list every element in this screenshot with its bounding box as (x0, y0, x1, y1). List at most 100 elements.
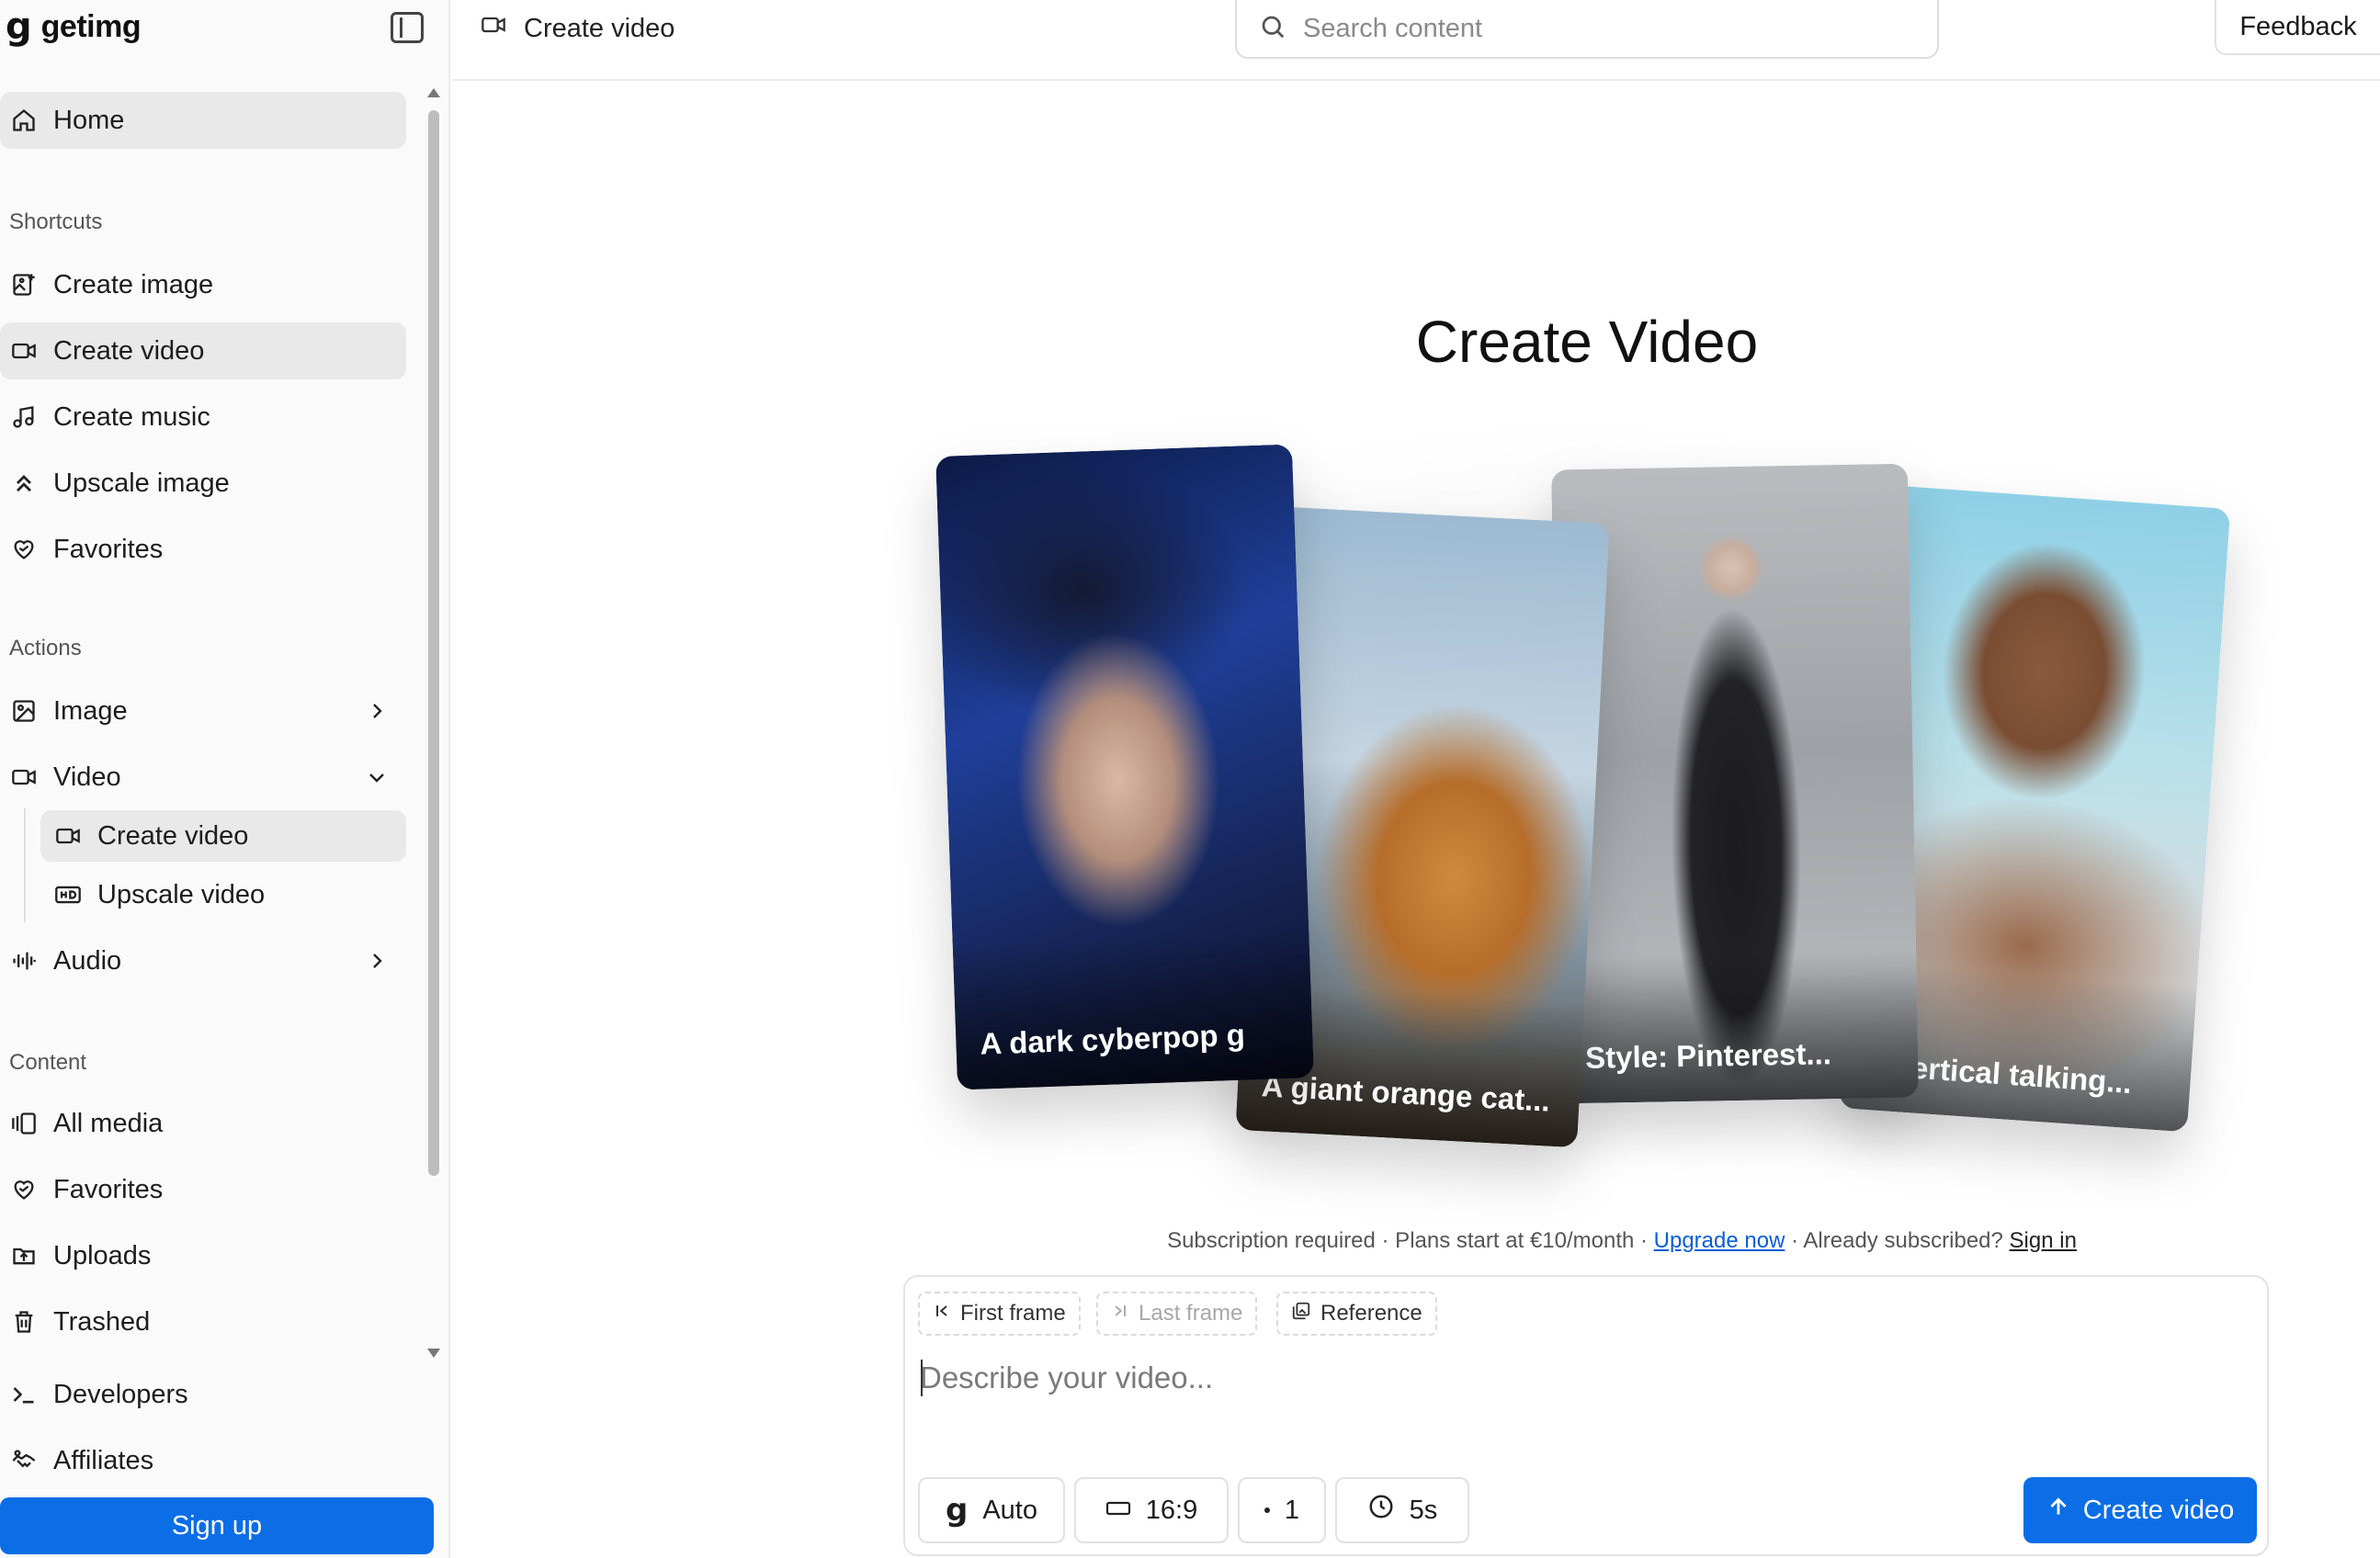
skip-back-icon (933, 1301, 951, 1327)
chip-label: First frame (960, 1301, 1066, 1326)
sidebar-subitem-create-video[interactable]: Create video (40, 810, 406, 862)
sidebar-item-audio[interactable]: Audio (0, 932, 406, 989)
prompt-composer: First frame Last frame Reference g Auto … (903, 1275, 2269, 1556)
sidebar-item-label: Video (53, 762, 121, 792)
subscription-text: Subscription required · Plans start at €… (1167, 1228, 1654, 1253)
heart-icon (9, 1175, 39, 1204)
sign-in-link[interactable]: Sign in (2010, 1228, 2077, 1253)
scroll-up-arrow-icon[interactable] (427, 88, 440, 97)
sidebar-item-label: Favorites (53, 1174, 164, 1204)
duration-selector[interactable]: 5s (1335, 1477, 1469, 1543)
sidebar-item-uploads[interactable]: Uploads (0, 1227, 406, 1284)
sidebar-item-affiliates[interactable]: Affiliates (0, 1432, 406, 1489)
media-library-icon (9, 1109, 39, 1138)
scrollbar-thumb[interactable] (428, 110, 439, 1176)
sidebar-item-favorites[interactable]: Favorites (0, 521, 406, 578)
image-plus-icon (9, 270, 39, 299)
sidebar-item-label: Affiliates (53, 1445, 154, 1475)
create-video-label: Create video (2082, 1495, 2235, 1525)
page-title: Create Video (1415, 309, 1759, 375)
sidebar-scrollbar[interactable] (425, 85, 443, 1358)
aspect-ratio-value: 16:9 (1145, 1495, 1198, 1525)
video-camera-icon (480, 12, 507, 45)
image-icon (9, 696, 39, 726)
subscription-text: · Already subscribed? (1785, 1228, 2010, 1253)
skip-forward-icon (1111, 1301, 1129, 1327)
create-video-button[interactable]: Create video (2023, 1477, 2257, 1543)
sign-up-button[interactable]: Sign up (0, 1497, 434, 1554)
chevrons-up-icon (9, 469, 39, 498)
sidebar-item-upscale-image[interactable]: Upscale image (0, 455, 406, 512)
video-camera-icon (53, 821, 83, 851)
sidebar-item-create-music[interactable]: Create music (0, 389, 406, 446)
sidebar-item-image[interactable]: Image (0, 683, 406, 739)
sidebar-subitem-upscale-video[interactable]: Upscale video (40, 869, 406, 920)
sidebar-item-label: Audio (53, 945, 122, 976)
sidebar: g getimg Home Shortcuts Create image Cre… (0, 0, 450, 1558)
first-frame-chip[interactable]: First frame (918, 1292, 1081, 1336)
sidebar-item-content-favorites[interactable]: Favorites (0, 1161, 406, 1218)
sidebar-item-label: Image (53, 695, 128, 726)
model-value: Auto (982, 1495, 1037, 1525)
getimg-logo-icon: g (6, 6, 32, 48)
example-card[interactable]: A dark cyberpop g (935, 444, 1314, 1090)
section-title-shortcuts: Shortcuts (9, 209, 103, 234)
top-bar: Create video Feedback (452, 0, 2380, 81)
reference-chip[interactable]: Reference (1276, 1292, 1437, 1336)
output-count-selector[interactable]: 1 (1238, 1477, 1326, 1543)
video-prompt-input[interactable] (920, 1352, 2243, 1404)
count-dot-icon (1264, 1507, 1270, 1513)
sidebar-item-developers[interactable]: Developers (0, 1366, 406, 1423)
duration-value: 5s (1409, 1495, 1438, 1525)
hd-icon (53, 880, 83, 909)
upgrade-now-link[interactable]: Upgrade now (1654, 1228, 1785, 1253)
search-input[interactable] (1303, 13, 1854, 44)
chip-label: Last frame (1139, 1301, 1243, 1326)
search-box[interactable] (1235, 0, 1939, 59)
sidebar-item-label: Home (53, 105, 125, 135)
aspect-ratio-selector[interactable]: 16:9 (1074, 1477, 1229, 1543)
sidebar-item-create-video[interactable]: Create video (0, 322, 406, 379)
clock-icon (1367, 1493, 1395, 1528)
feedback-button[interactable]: Feedback (2215, 0, 2380, 55)
aspect-ratio-icon (1105, 1496, 1131, 1526)
sidebar-toggle-button[interactable] (391, 12, 424, 43)
sidebar-item-home[interactable]: Home (0, 92, 406, 149)
subscription-notice: Subscription required · Plans start at €… (992, 1228, 2251, 1254)
breadcrumb: Create video (480, 13, 674, 44)
sidebar-item-label: Create music (53, 401, 210, 432)
sidebar-item-label: Developers (53, 1379, 188, 1409)
home-icon (9, 106, 39, 135)
example-card-caption: A dark cyberpop g (952, 931, 1314, 1090)
scroll-down-arrow-icon[interactable] (427, 1349, 440, 1358)
sidebar-item-label: Favorites (53, 534, 164, 564)
output-count-value: 1 (1284, 1495, 1300, 1525)
text-caret (921, 1360, 923, 1396)
sidebar-item-label: Upscale video (97, 879, 266, 909)
trash-icon (9, 1307, 39, 1337)
brand-name: getimg (40, 8, 142, 44)
sidebar-item-label: Trashed (53, 1306, 151, 1337)
sidebar-item-all-media[interactable]: All media (0, 1095, 406, 1152)
terminal-icon (9, 1380, 39, 1409)
brand-logo[interactable]: g getimg (6, 6, 142, 48)
sidebar-item-label: Create video (97, 820, 249, 851)
upload-icon (9, 1241, 39, 1270)
audio-wave-icon (9, 946, 39, 976)
music-note-icon (9, 402, 39, 432)
sidebar-item-label: Uploads (53, 1240, 152, 1270)
model-selector[interactable]: g Auto (918, 1477, 1065, 1543)
video-camera-icon (9, 762, 39, 792)
sidebar-item-video[interactable]: Video (0, 749, 406, 806)
chip-label: Reference (1320, 1301, 1422, 1326)
heart-icon (9, 535, 39, 564)
last-frame-chip[interactable]: Last frame (1096, 1292, 1258, 1336)
sidebar-item-trashed[interactable]: Trashed (0, 1293, 406, 1350)
example-card-caption: Style: Pinterest... (1559, 950, 1919, 1104)
section-title-actions: Actions (9, 636, 82, 660)
sidebar-item-label: Create image (53, 269, 214, 299)
arrow-up-icon (2046, 1495, 2070, 1526)
submenu-guide-line (24, 808, 26, 922)
sidebar-item-create-image[interactable]: Create image (0, 256, 406, 313)
chevron-right-icon (358, 700, 395, 722)
